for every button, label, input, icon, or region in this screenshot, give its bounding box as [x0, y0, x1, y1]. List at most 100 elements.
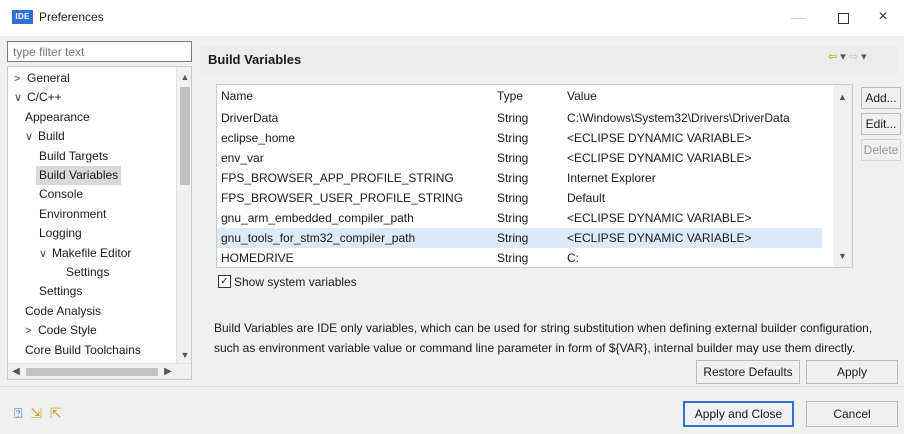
- tree-item-label: Code Analysis: [25, 303, 102, 318]
- tree-item[interactable]: > General: [11, 69, 73, 88]
- table-row[interactable]: gnu_tools_for_stm32_compiler_path String <…: [217, 228, 822, 248]
- cell-value: C:\Windows\System32\Drivers\DriverData: [567, 111, 790, 125]
- tree-item-label: Appearance: [25, 109, 90, 124]
- column-header-name[interactable]: Name: [217, 85, 253, 108]
- cell-name: DriverData: [221, 111, 279, 125]
- cell-name: FPS_BROWSER_USER_PROFILE_STRING: [221, 191, 464, 205]
- tree-item[interactable]: Code Analysis: [22, 302, 104, 321]
- cell-type: String: [497, 211, 529, 225]
- view-menu-icon[interactable]: ▾: [861, 51, 867, 63]
- tree-item[interactable]: ∨ Build: [22, 127, 68, 146]
- export-icon[interactable]: ⇱: [50, 405, 62, 421]
- table-row[interactable]: DriverData String C:\Windows\System32\Driv…: [217, 108, 822, 128]
- tree-horizontal-scrollbar[interactable]: ◀ ▶: [8, 363, 191, 379]
- delete-button[interactable]: Delete: [861, 139, 901, 161]
- minimize-button[interactable]: —: [783, 6, 813, 28]
- tree-item-label: Settings: [39, 284, 83, 299]
- tree-item[interactable]: Environment: [36, 205, 109, 224]
- maximize-button[interactable]: [828, 6, 858, 28]
- forward-arrow-icon[interactable]: ⇨: [849, 51, 858, 63]
- tree-item[interactable]: Logging: [36, 224, 85, 243]
- tree-item-label: Console: [39, 187, 84, 202]
- tree-item-label: Build Targets: [39, 148, 109, 163]
- table-row[interactable]: HOMEDRIVE String C:: [217, 248, 822, 267]
- tree-item-label: Logging: [39, 226, 82, 241]
- show-system-variables-option[interactable]: ✓ Show system variables: [218, 275, 357, 291]
- cell-type: String: [497, 251, 529, 265]
- cell-name: eclipse_home: [221, 131, 296, 145]
- cell-value: C:: [567, 251, 579, 265]
- cancel-button[interactable]: Cancel: [806, 401, 898, 427]
- show-system-variables-checkbox[interactable]: ✓: [218, 275, 231, 289]
- page-header: Build Variables ⇦ ▾ ⇨ ▾: [200, 46, 898, 73]
- tree-item[interactable]: Appearance: [22, 108, 93, 127]
- help-icon[interactable]: ⍰: [14, 405, 22, 421]
- apply-and-close-button[interactable]: Apply and Close: [683, 401, 794, 427]
- scroll-down-icon[interactable]: ▼: [833, 247, 852, 265]
- cell-value: <ECLIPSE DYNAMIC VARIABLE>: [567, 151, 752, 165]
- collapse-icon[interactable]: ∨: [39, 245, 52, 264]
- cell-name: env_var: [221, 151, 264, 165]
- cell-name: gnu_arm_embedded_compiler_path: [221, 211, 414, 225]
- tree-item[interactable]: Core Build Toolchains: [22, 341, 144, 360]
- tree-item[interactable]: ∨ Makefile Editor: [36, 244, 134, 263]
- close-button[interactable]: ×: [868, 6, 898, 28]
- expand-icon[interactable]: >: [25, 322, 38, 341]
- cell-type: String: [497, 191, 529, 205]
- cell-value: Default: [567, 191, 606, 205]
- tree-item-label: General: [27, 71, 70, 85]
- show-system-variables-label: Show system variables: [234, 275, 357, 289]
- filter-input[interactable]: [7, 41, 192, 62]
- ide-app-icon: IDE: [12, 10, 33, 24]
- restore-defaults-button[interactable]: Restore Defaults: [696, 360, 800, 384]
- edit-button[interactable]: Edit...: [861, 113, 901, 135]
- table-row[interactable]: gnu_arm_embedded_compiler_path String <ECL…: [217, 208, 822, 228]
- tree-item-label: Build Variables: [39, 168, 119, 182]
- scroll-thumb-horizontal[interactable]: [26, 368, 158, 376]
- scroll-right-icon[interactable]: ▶: [160, 364, 176, 379]
- scroll-up-icon[interactable]: ▲: [833, 88, 852, 106]
- import-icon[interactable]: ⇲: [30, 405, 42, 421]
- cell-type: String: [497, 131, 529, 145]
- tree-item[interactable]: ∨ C/C++: [11, 88, 65, 107]
- table-row[interactable]: eclipse_home String <ECLIPSE DYNAMIC VARIA…: [217, 128, 822, 148]
- collapse-icon[interactable]: ∨: [25, 128, 38, 147]
- table-row[interactable]: FPS_BROWSER_APP_PROFILE_STRING String Inte…: [217, 168, 822, 188]
- expand-icon[interactable]: >: [14, 70, 27, 89]
- scroll-down-icon[interactable]: ▼: [177, 347, 191, 363]
- cell-type: String: [497, 171, 529, 185]
- tree-item[interactable]: Settings: [63, 263, 112, 282]
- scroll-thumb[interactable]: [180, 87, 190, 185]
- description-text: Build Variables are IDE only variables, …: [214, 321, 873, 355]
- title-bar: IDE Preferences — ×: [0, 0, 904, 36]
- tree-item[interactable]: Build Variables: [36, 166, 122, 185]
- preferences-window: IDE Preferences — × >General∨C/C++Appear…: [0, 0, 904, 434]
- add-button[interactable]: Add...: [861, 87, 901, 109]
- tree-item[interactable]: > Code Style: [22, 321, 100, 340]
- tree-vertical-scrollbar[interactable]: ▲ ▼: [176, 67, 191, 363]
- column-header-value[interactable]: Value: [563, 85, 597, 108]
- tree-item-label: Environment: [39, 206, 107, 221]
- back-arrow-icon[interactable]: ⇦: [828, 51, 837, 63]
- preference-tree: > General ∨ C/C++ Appearance ∨ Build Build Targ…: [7, 66, 192, 380]
- back-dropdown-icon[interactable]: ▾: [840, 51, 846, 63]
- apply-button[interactable]: Apply: [806, 360, 898, 384]
- window-title: Preferences: [39, 10, 104, 24]
- tree-item[interactable]: Build Targets: [36, 147, 111, 166]
- cell-name: gnu_tools_for_stm32_compiler_path: [221, 231, 416, 245]
- table-vertical-scrollbar[interactable]: ▲ ▼: [833, 85, 852, 267]
- cell-value: <ECLIPSE DYNAMIC VARIABLE>: [567, 131, 752, 145]
- tree-item[interactable]: Console: [36, 185, 86, 204]
- tree-item-label: C/C++: [27, 90, 62, 105]
- column-header-type[interactable]: Type: [493, 85, 523, 108]
- cell-name: FPS_BROWSER_APP_PROFILE_STRING: [221, 171, 454, 185]
- scroll-left-icon[interactable]: ◀: [8, 364, 24, 379]
- cell-value: <ECLIPSE DYNAMIC VARIABLE>: [567, 231, 752, 245]
- scroll-up-icon[interactable]: ▲: [177, 69, 191, 85]
- cell-name: HOMEDRIVE: [221, 251, 294, 265]
- table-row[interactable]: FPS_BROWSER_USER_PROFILE_STRING String Def…: [217, 188, 822, 208]
- collapse-icon[interactable]: ∨: [14, 89, 27, 108]
- tree-item[interactable]: Settings: [36, 282, 85, 301]
- page-title: Build Variables: [208, 52, 302, 67]
- table-row[interactable]: env_var String <ECLIPSE DYNAMIC VARIABLE>: [217, 148, 822, 168]
